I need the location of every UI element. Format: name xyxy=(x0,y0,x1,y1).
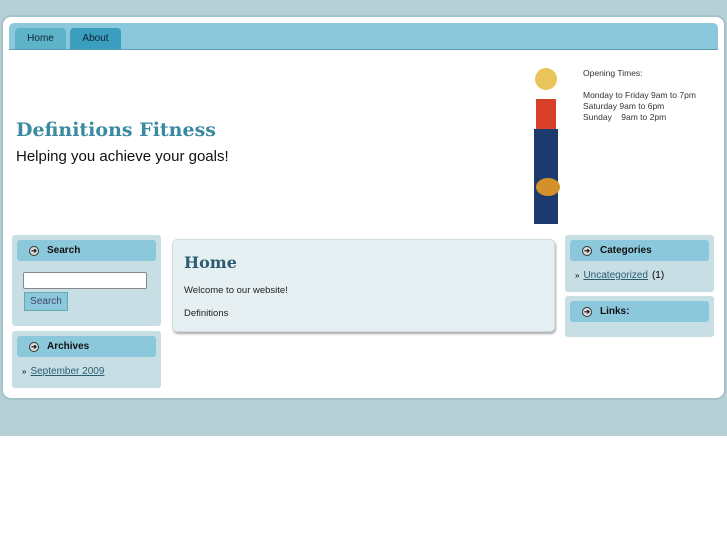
fitness-woman-illustration xyxy=(534,68,560,224)
tab-home[interactable]: Home xyxy=(15,28,66,49)
bullet-icon: » xyxy=(575,271,580,280)
tab-about[interactable]: About xyxy=(70,28,121,49)
nav-bar: Home About xyxy=(9,23,718,50)
archive-link[interactable]: September 2009 xyxy=(30,366,104,377)
widget-title: Archives xyxy=(47,341,90,352)
site-tagline: Helping you achieve your goals! xyxy=(16,148,229,165)
post-text: Welcome to our website! xyxy=(184,285,288,296)
search-button[interactable]: Search xyxy=(24,292,68,311)
hours-title: Opening Times: xyxy=(583,68,643,78)
widget-title: Categories xyxy=(600,245,652,256)
hours-line: Monday to Friday 9am to 7pm xyxy=(583,90,696,100)
page-container: Home About Definitions Fitness Helping y… xyxy=(3,17,724,398)
post-text: Definitions xyxy=(184,308,229,319)
categories-widget: ➔ Categories » Uncategorized (1) xyxy=(565,235,714,292)
hours-line: Sunday 9am to 2pm xyxy=(583,112,667,122)
bullet-icon: » xyxy=(22,367,27,376)
search-input[interactable] xyxy=(23,272,147,289)
post-title: Home xyxy=(184,253,237,272)
category-count: (1) xyxy=(651,270,665,281)
site-title[interactable]: Definitions Fitness xyxy=(16,119,216,141)
widget-title: Links: xyxy=(600,306,630,317)
arrow-circle-icon: ➔ xyxy=(582,245,592,256)
links-widget: ➔ Links: xyxy=(565,296,714,337)
arrow-circle-icon: ➔ xyxy=(29,245,39,256)
hours-line: Saturday 9am to 6pm xyxy=(583,101,665,111)
main-post: Home Welcome to our website! Definitions xyxy=(172,239,555,332)
widget-title: Search xyxy=(47,245,81,256)
arrow-circle-icon: ➔ xyxy=(29,341,39,352)
archives-widget: ➔ Archives » September 2009 xyxy=(12,331,161,388)
search-widget: ➔ Search Search xyxy=(12,235,161,326)
arrow-circle-icon: ➔ xyxy=(582,306,592,317)
opening-times: Opening Times: Monday to Friday 9am to 7… xyxy=(583,68,696,123)
category-link[interactable]: Uncategorized xyxy=(583,270,647,281)
